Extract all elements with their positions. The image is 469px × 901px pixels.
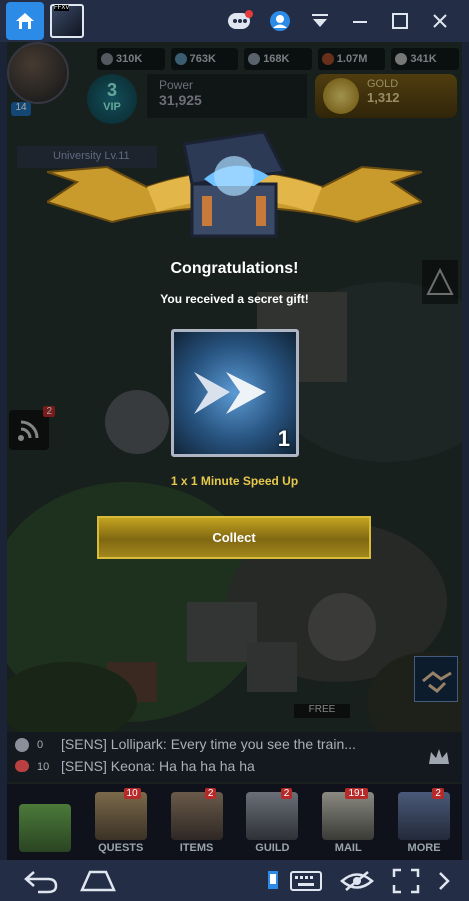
chat-message: [SENS] Keona: Ha ha ha ha ha (61, 758, 255, 774)
nav-label: QUESTS (98, 842, 144, 854)
items-icon (170, 792, 223, 840)
game-tab-tag: FFXV (54, 5, 70, 11)
nav-city[interactable] (7, 784, 83, 860)
bottom-navigation: QUESTS 10 ITEMS 2 GUILD 2 MAIL 191 MORE (7, 784, 462, 860)
dropdown-menu-icon[interactable] (307, 8, 333, 34)
close-icon[interactable] (427, 8, 453, 34)
android-nav-bar (0, 860, 469, 901)
chat-person-icon (15, 738, 29, 752)
nav-quests[interactable]: QUESTS 10 (83, 784, 159, 860)
quests-icon (94, 792, 147, 840)
emulator-top-bar: FFXV (0, 0, 469, 42)
phone-icon[interactable] (266, 868, 280, 894)
nav-label: ITEMS (179, 842, 214, 854)
chat-message: [SENS] Lollipark: Every time you see the… (61, 736, 356, 752)
chat-panel[interactable]: 0 [SENS] Lollipark: Every time you see t… (7, 732, 462, 782)
chat-count: 10 (37, 761, 50, 773)
game-tab-thumbnail[interactable]: FFXV (50, 4, 84, 38)
nav-guild[interactable]: GUILD 2 (234, 784, 310, 860)
chat-count: 0 (37, 739, 44, 751)
maximize-icon[interactable] (387, 8, 413, 34)
eye-icon[interactable] (340, 868, 374, 894)
nav-badge: 2 (432, 788, 444, 799)
nav-badge: 191 (345, 788, 369, 799)
reward-item-count: 1 (277, 426, 290, 451)
nav-badge: 2 (280, 788, 293, 799)
popup-title: Congratulations! (170, 260, 299, 277)
nav-label: MORE (407, 842, 441, 854)
nav-label: GUILD (255, 842, 290, 854)
home-tab[interactable] (6, 2, 44, 40)
emulator-toolbar (227, 8, 453, 34)
game-screen: 14 310K 763K 168K 1.07M 341K 3 VIP Power… (7, 42, 462, 860)
account-icon[interactable] (267, 8, 293, 34)
city-icon (18, 804, 71, 852)
chevron-right-icon[interactable] (436, 868, 452, 894)
social-icon[interactable] (227, 8, 253, 34)
nav-badge: 10 (123, 788, 141, 799)
nav-more[interactable]: MORE 2 (386, 784, 462, 860)
reward-item-name: 1 x 1 Minute Speed Up (170, 474, 299, 488)
mail-icon (322, 792, 375, 840)
popup-subtitle: You received a secret gift! (160, 292, 309, 306)
keyboard-icon[interactable] (290, 868, 322, 894)
collect-button[interactable]: Collect (97, 516, 371, 559)
home-icon (16, 13, 34, 29)
treasure-chest-icon (182, 130, 287, 238)
crown-icon[interactable] (426, 744, 452, 770)
more-icon (398, 792, 451, 840)
nav-label: MAIL (334, 842, 362, 854)
reward-item-slot: 1 (171, 329, 299, 457)
nav-badge: 2 (204, 788, 217, 799)
guild-icon (246, 792, 299, 840)
minimize-icon[interactable] (347, 8, 373, 34)
fullscreen-icon[interactable] (392, 868, 420, 894)
back-icon[interactable] (22, 868, 60, 894)
nav-mail[interactable]: MAIL 191 (310, 784, 386, 860)
chat-bubble-icon (15, 760, 29, 772)
emulator-window: FFXV 14 310K 763K 168K 1.07M 341K 3 VIP … (0, 0, 469, 901)
home-button-icon[interactable] (78, 868, 118, 894)
nav-items[interactable]: ITEMS 2 (159, 784, 235, 860)
